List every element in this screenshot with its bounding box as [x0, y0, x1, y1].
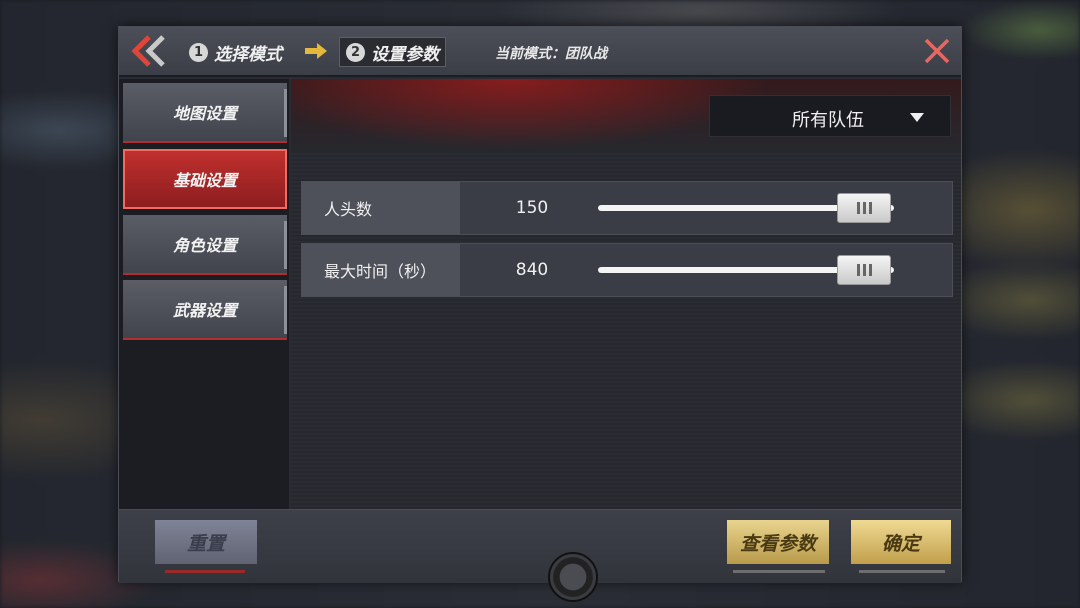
slider-thumb[interactable]: [837, 255, 892, 285]
title-bar: 1 选择模式 2 设置参数 当前模式：团队战: [119, 27, 961, 77]
sidebar-item-label: 武器设置: [172, 301, 237, 320]
close-icon[interactable]: [923, 37, 951, 65]
caret-down-icon: [910, 113, 924, 122]
settings-content: 所有队伍 人头数 150 最大时间（秒） 840: [291, 79, 961, 509]
max-time-slider[interactable]: [598, 255, 894, 285]
reset-button[interactable]: 重置: [155, 520, 257, 564]
slider-thumb[interactable]: [837, 193, 892, 223]
param-value: 150: [515, 198, 549, 218]
step2-label: 设置参数: [371, 44, 439, 65]
reset-underline: [165, 570, 245, 573]
confirm-underline: [859, 570, 945, 573]
param-label: 最大时间（秒）: [302, 244, 460, 296]
current-mode-text: 当前模式：团队战: [495, 46, 607, 62]
team-dropdown[interactable]: 所有队伍: [709, 95, 951, 137]
arrow-right-icon: [305, 43, 327, 59]
grip-icon: [856, 202, 872, 214]
footer-bar: 重置 查看参数 确定: [119, 509, 961, 583]
step-set-params[interactable]: 2 设置参数: [339, 37, 446, 67]
settings-sidebar: 地图设置 基础设置 角色设置 武器设置: [119, 79, 289, 509]
sidebar-item-label: 角色设置: [172, 236, 237, 255]
step-select-mode[interactable]: 1 选择模式: [189, 39, 282, 65]
back-chevron-icon[interactable]: [127, 33, 173, 69]
step1-label: 选择模式: [214, 44, 282, 65]
param-label: 人头数: [302, 182, 460, 234]
confirm-button[interactable]: 确定: [851, 520, 951, 564]
sidebar-item-label: 地图设置: [172, 104, 237, 123]
step1-number: 1: [189, 42, 208, 62]
kill-count-slider[interactable]: [598, 193, 894, 223]
sidebar-item-weapon-settings[interactable]: 武器设置: [123, 280, 287, 340]
sidebar-item-label: 基础设置: [172, 171, 237, 190]
sidebar-item-map-settings[interactable]: 地图设置: [123, 83, 287, 143]
param-value: 840: [515, 260, 549, 280]
step2-number: 2: [346, 42, 365, 62]
team-dropdown-value: 所有队伍: [792, 110, 864, 131]
custom-room-settings-dialog: 1 选择模式 2 设置参数 当前模式：团队战 地图设置 基础设置 角色设置 武器…: [118, 26, 962, 583]
param-row-kill-count: 人头数 150: [301, 181, 953, 235]
grip-icon: [856, 264, 872, 276]
view-underline: [733, 570, 825, 573]
view-params-button[interactable]: 查看参数: [727, 520, 829, 564]
joystick-icon[interactable]: [548, 552, 598, 602]
param-row-max-time: 最大时间（秒） 840: [301, 243, 953, 297]
sidebar-item-character-settings[interactable]: 角色设置: [123, 215, 287, 275]
sidebar-item-basic-settings[interactable]: 基础设置: [123, 149, 287, 209]
